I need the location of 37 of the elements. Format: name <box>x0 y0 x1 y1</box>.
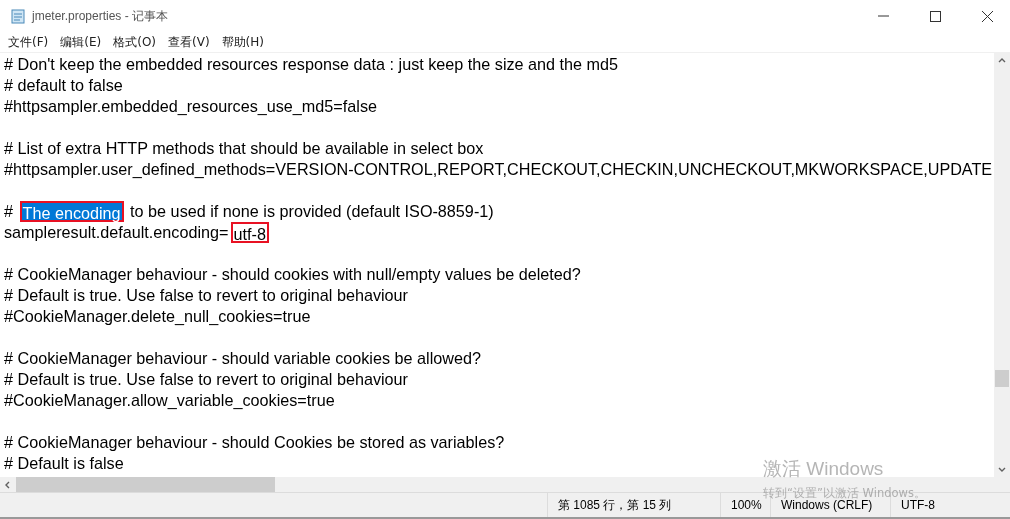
text-line: #httpsampler.embedded_resources_use_md5=false <box>4 96 377 117</box>
vertical-scrollbar[interactable] <box>994 53 1010 477</box>
zoom-level: 100% <box>720 493 770 517</box>
close-icon <box>981 10 993 22</box>
maximize-icon <box>929 10 941 22</box>
text-line: # Don't keep the embedded resources response data : just keep the size and the md5 <box>4 54 619 75</box>
scroll-down-icon[interactable] <box>998 467 1006 473</box>
scroll-up-icon[interactable] <box>998 57 1006 63</box>
notepad-icon <box>10 8 26 24</box>
scroll-left-icon[interactable] <box>4 480 10 489</box>
menu-item[interactable]: 文件(F) <box>3 33 56 51</box>
text-fragment: # <box>4 201 14 222</box>
text-line: # default to false <box>4 75 123 96</box>
text-line: # CookieManager behaviour - should cookies with null/empty values be deleted? <box>4 264 581 285</box>
text-line: #httpsampler.user_defined_methods=VERSION-CONTROL,REPORT,CHECKOUT,CHECKIN,UNCHECKOUT,MKWORKSPACE,UPDATE <box>4 159 993 180</box>
scroll-thumb[interactable] <box>16 477 275 492</box>
window-title: jmeter.properties - 记事本 <box>32 7 170 25</box>
scroll-thumb[interactable] <box>995 370 1009 387</box>
text-line: # Default is false <box>4 453 124 474</box>
highlighted-text: The encoding <box>19 201 124 222</box>
text-line: # Default is true. Use false to revert to original behaviour <box>4 285 408 306</box>
menu-item[interactable]: 查看(V) <box>163 33 217 51</box>
text-fragment: sampleresult.default.encoding= <box>4 222 229 243</box>
minimize-icon <box>877 15 889 17</box>
text-line: # Default is true. Use false to revert to original behaviour <box>4 369 408 390</box>
text-line: # CookieManager behaviour - should variable cookies be allowed? <box>4 348 481 369</box>
menu-item[interactable]: 帮助(H) <box>216 33 271 51</box>
text-line: # CookieManager behaviour - should Cookies be stored as variables? <box>4 432 505 453</box>
activation-title: 激活 Windows <box>763 457 885 481</box>
menu-item[interactable]: 编辑(E) <box>55 33 109 51</box>
highlighted-text: utf-8 <box>230 222 269 243</box>
menu-item[interactable]: 格式(O) <box>108 33 164 51</box>
text-fragment: to be used if none is provided (default ISO-8859-1) <box>129 201 494 222</box>
text-line: #CookieManager.allow_variable_cookies=true <box>4 390 335 411</box>
cursor-position: 第 1085 行，第 15 列 <box>547 493 720 517</box>
text-line: # List of extra HTTP methods that should be available in select box <box>4 138 484 159</box>
text-line: #CookieManager.delete_null_cookies=true <box>4 306 311 327</box>
